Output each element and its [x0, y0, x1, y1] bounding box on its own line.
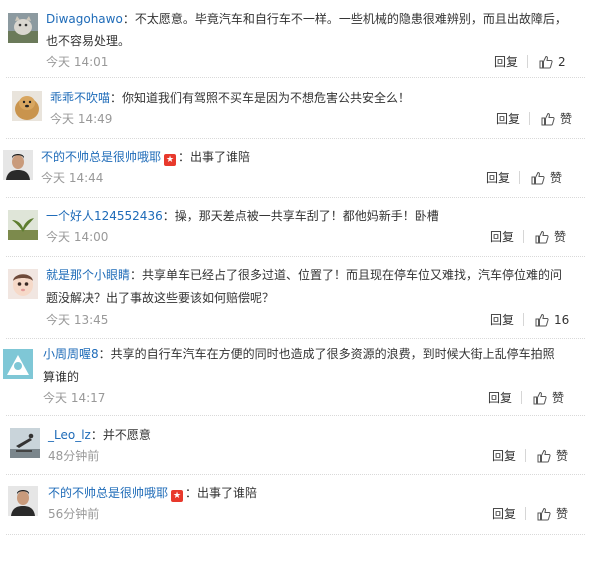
comment-text: 出事了谁陪	[197, 486, 258, 500]
comment-body: 一个好人124552436：操，那天差点被一共享车刮了！都他妈新手！卧槽	[46, 209, 439, 223]
comment-text: 共享单车已经占了很多过道、位置了！而且现在停车位又难找，汽车停位难的问	[142, 268, 563, 282]
like-button[interactable]: 赞	[533, 390, 564, 406]
username-link[interactable]: _Leo_lz	[48, 428, 91, 442]
comment-time: 今天 14:44	[41, 171, 104, 185]
comment-divider	[6, 338, 585, 339]
like-button[interactable]: 16	[535, 312, 569, 328]
username-link[interactable]: 不的不帅总是很帅哦耶	[48, 486, 168, 500]
comment-divider	[6, 77, 585, 78]
like-count: 赞	[556, 507, 569, 521]
reply-button[interactable]: 回复	[488, 390, 512, 406]
comment-body: Diwagohawo：不太愿意。毕竟汽车和自行车不一样。一些机械的隐患很难辨别，…	[46, 12, 567, 26]
comment-body: 乖乖不吹喵：你知道我们有驾照不买车是因为不想危害公共安全么！	[50, 91, 411, 105]
comment-text: 并不愿意	[102, 428, 151, 442]
username-link[interactable]: 一个好人124552436	[46, 209, 163, 223]
like-button[interactable]: 赞	[535, 229, 566, 245]
thumbs-up-icon	[539, 55, 553, 69]
comment-time: 今天 14:01	[46, 55, 109, 69]
like-count: 赞	[556, 449, 569, 463]
thumbs-up-icon	[531, 171, 545, 185]
comment-divider	[6, 534, 585, 535]
vip-star-icon: ★	[171, 490, 184, 502]
thumbs-up-icon	[537, 507, 551, 521]
like-count: 赞	[554, 230, 567, 244]
reply-button[interactable]: 回复	[492, 448, 516, 464]
username-link[interactable]: 小周周喔8	[43, 347, 99, 361]
comment-time: 48分钟前	[48, 449, 100, 463]
comment-time: 今天 13:45	[46, 313, 109, 327]
reply-button[interactable]: 回复	[486, 170, 510, 186]
comment-divider	[6, 138, 585, 139]
action-divider	[525, 449, 526, 462]
like-count: 16	[554, 313, 570, 327]
avatar[interactable]	[3, 150, 33, 180]
reply-button[interactable]: 回复	[494, 54, 518, 70]
comment-body: 就是那个小眼睛：共享单车已经占了很多过道、位置了！而且现在停车位又难找，汽车停位…	[46, 268, 563, 282]
reply-button[interactable]: 回复	[490, 229, 514, 245]
action-divider	[525, 507, 526, 520]
thumbs-up-icon	[541, 112, 555, 126]
like-count: 2	[558, 55, 566, 69]
thumbs-up-icon	[535, 313, 549, 327]
thumbs-up-icon	[537, 449, 551, 463]
like-button[interactable]: 赞	[541, 111, 572, 127]
avatar[interactable]	[12, 91, 42, 121]
comment-text: 出事了谁陪	[190, 150, 251, 164]
avatar[interactable]	[8, 486, 38, 516]
username-link[interactable]: 乖乖不吹喵	[50, 91, 110, 105]
action-divider	[523, 230, 524, 243]
comment-text: 不太愿意。毕竟汽车和自行车不一样。一些机械的隐患很难辨别，而且出故障后，	[134, 12, 567, 26]
comment-text: 你知道我们有驾照不买车是因为不想危害公共安全么！	[122, 91, 411, 105]
like-button[interactable]: 赞	[537, 506, 568, 522]
reply-button[interactable]: 回复	[492, 506, 516, 522]
avatar[interactable]	[8, 210, 38, 240]
comment-text: 算谁的	[43, 370, 80, 384]
username-link[interactable]: Diwagohawo	[46, 12, 123, 26]
comment-divider	[6, 415, 585, 416]
action-divider	[519, 171, 520, 184]
like-count: 赞	[560, 112, 573, 126]
reply-button[interactable]: 回复	[490, 312, 514, 328]
username-link[interactable]: 不的不帅总是很帅哦耶	[41, 150, 161, 164]
action-divider	[529, 112, 530, 125]
username-link[interactable]: 就是那个小眼睛	[46, 268, 130, 282]
comment-body: 不的不帅总是很帅哦耶 ★ ：出事了谁陪	[41, 150, 251, 166]
like-button[interactable]: 赞	[531, 170, 562, 186]
avatar[interactable]	[10, 428, 40, 458]
comment-time: 今天 14:00	[46, 230, 109, 244]
action-divider	[523, 313, 524, 326]
comment-body: 小周周喔8：共享的自行车汽车在方便的同时也造成了很多资源的浪费，到时候大街上乱停…	[43, 347, 555, 361]
comment-time: 今天 14:49	[50, 112, 113, 126]
comment-divider	[6, 474, 585, 475]
action-divider	[527, 55, 528, 68]
like-button[interactable]: 赞	[537, 448, 568, 464]
comment-time: 56分钟前	[48, 507, 100, 521]
comment-body: 不的不帅总是很帅哦耶 ★ ：出事了谁陪	[48, 486, 258, 502]
comment-divider	[6, 256, 585, 257]
comment-text: 题没解决？出了事故这些要该如何赔偿呢？	[46, 291, 275, 305]
comment-text: 也不容易处理。	[46, 34, 131, 48]
like-button[interactable]: 2	[539, 54, 566, 70]
comment-body: _Leo_lz：并不愿意	[48, 428, 151, 442]
avatar[interactable]	[8, 269, 38, 299]
like-count: 赞	[550, 171, 563, 185]
comment-time: 今天 14:17	[43, 391, 106, 405]
thumbs-up-icon	[535, 230, 549, 244]
action-divider	[521, 391, 522, 404]
avatar[interactable]	[3, 349, 33, 379]
avatar[interactable]	[8, 13, 38, 43]
reply-button[interactable]: 回复	[496, 111, 520, 127]
like-count: 赞	[552, 391, 565, 405]
comment-divider	[6, 197, 585, 198]
comment-text: 共享的自行车汽车在方便的同时也造成了很多资源的浪费，到时候大街上乱停车拍照	[110, 347, 555, 361]
vip-star-icon: ★	[164, 154, 177, 166]
thumbs-up-icon	[533, 391, 547, 405]
comment-text: 操，那天差点被一共享车刮了！都他妈新手！卧槽	[174, 209, 439, 223]
